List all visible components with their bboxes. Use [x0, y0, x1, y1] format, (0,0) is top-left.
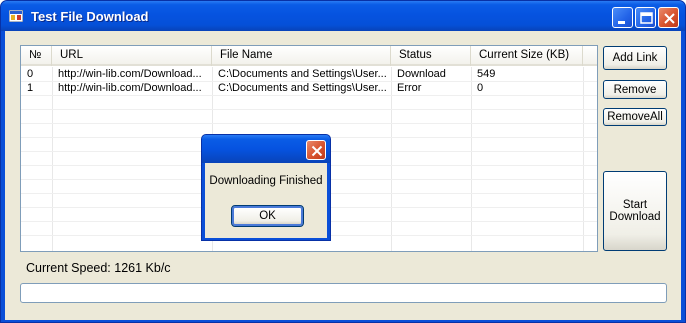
- cell-current-size: 0: [477, 82, 484, 94]
- grid-row-line: [21, 123, 597, 124]
- cell-url: http://win-lib.com/Download...: [58, 68, 202, 80]
- cell-status: Error: [397, 82, 422, 94]
- grid-row-line: [21, 95, 597, 96]
- dialog-close-button[interactable]: [306, 140, 326, 160]
- minimize-button[interactable]: [612, 7, 633, 28]
- add-link-button[interactable]: Add Link: [603, 46, 667, 70]
- title-bar[interactable]: Test File Download: [1, 1, 685, 31]
- column-header-status[interactable]: Status: [391, 46, 471, 66]
- start-download-button[interactable]: Start Download: [603, 171, 667, 251]
- grid-row-line: [21, 109, 597, 110]
- list-header: № URL File Name Status Current Size (KB): [21, 46, 597, 66]
- start-download-label-line2: Download: [609, 211, 661, 223]
- current-speed-label: Current Speed: 1261 Kb/c: [26, 261, 171, 275]
- cell-number: 0: [27, 68, 34, 80]
- column-header-number[interactable]: №: [21, 46, 52, 66]
- download-progress-bar: [20, 283, 667, 303]
- cell-file-name: C:\Documents and Settings\User...: [218, 68, 387, 80]
- main-window: Test File Download № URL File Name Statu…: [0, 0, 686, 323]
- remove-button[interactable]: Remove: [603, 80, 667, 99]
- close-button[interactable]: [658, 7, 679, 28]
- column-header-current-size[interactable]: Current Size (KB): [471, 46, 583, 66]
- maximize-icon: [640, 12, 653, 24]
- message-dialog: Downloading Finished OK: [201, 134, 331, 241]
- list-body: 0 http://win-lib.com/Download... C:\Docu…: [21, 67, 597, 95]
- close-icon: [311, 145, 323, 157]
- window-client-area: № URL File Name Status Current Size (KB): [5, 31, 681, 320]
- window-title: Test File Download: [31, 9, 149, 24]
- column-header-url[interactable]: URL: [52, 46, 212, 66]
- cell-number: 1: [27, 82, 34, 94]
- column-header-file-name[interactable]: File Name: [212, 46, 391, 66]
- dialog-body: Downloading Finished OK: [205, 163, 327, 238]
- dialog-title-bar[interactable]: [202, 135, 330, 163]
- dialog-message: Downloading Finished: [209, 175, 323, 187]
- cell-url: http://win-lib.com/Download...: [58, 82, 202, 94]
- cell-current-size: 549: [477, 68, 496, 80]
- app-icon: [9, 10, 23, 22]
- ok-button[interactable]: OK: [231, 205, 304, 227]
- remove-all-button[interactable]: RemoveAll: [603, 108, 667, 126]
- start-download-label-line1: Start: [622, 199, 648, 211]
- table-row[interactable]: 1 http://win-lib.com/Download... C:\Docu…: [21, 81, 597, 95]
- cell-file-name: C:\Documents and Settings\User...: [218, 82, 387, 94]
- minimize-icon: [618, 21, 625, 24]
- maximize-button[interactable]: [635, 7, 656, 28]
- cell-status: Download: [397, 68, 446, 80]
- close-icon: [664, 13, 675, 24]
- table-row[interactable]: 0 http://win-lib.com/Download... C:\Docu…: [21, 67, 597, 81]
